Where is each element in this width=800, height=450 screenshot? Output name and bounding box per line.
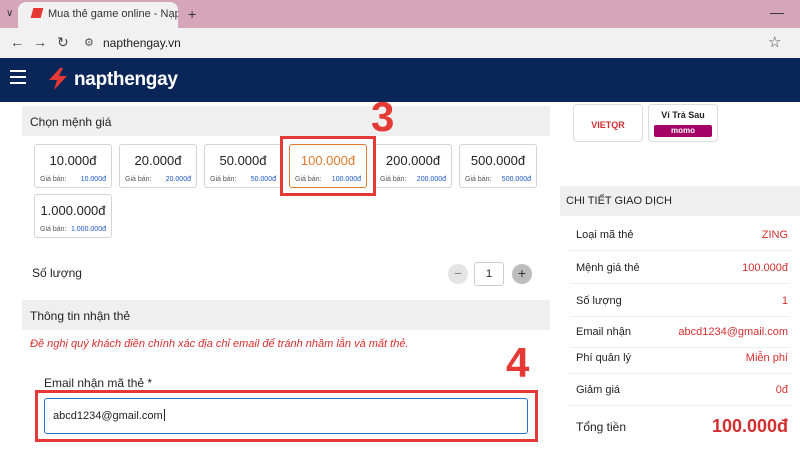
- detail-row-fee: Phí quản lý Miễn phí: [570, 342, 790, 374]
- price-value: 20.000đ: [165, 176, 191, 183]
- detail-key: Giảm giá: [576, 384, 621, 396]
- denom-option-200000[interactable]: 200.000đ Giá bán: 200.000đ: [374, 144, 452, 188]
- detail-value: ZING: [761, 229, 788, 241]
- bookmark-star-icon[interactable]: ☆: [768, 33, 781, 51]
- browser-tab[interactable]: Mua thẻ game online - Nạp tiề: [18, 2, 178, 28]
- denom-option-500000[interactable]: 500.000đ Giá bán: 500.000đ: [459, 144, 537, 188]
- quantity-input[interactable]: 1: [474, 262, 504, 286]
- new-tab-plus-icon[interactable]: +: [188, 6, 196, 22]
- annotation-number-3: 3: [371, 93, 395, 140]
- detail-key: Số lượng: [576, 295, 622, 307]
- detail-row-quantity: Số lượng 1: [570, 285, 790, 317]
- detail-key: Phí quản lý: [576, 352, 632, 364]
- menu-hamburger-icon[interactable]: [10, 70, 26, 84]
- quantity-plus-button[interactable]: +: [512, 264, 532, 284]
- favicon-icon: [30, 8, 44, 18]
- site-settings-icon[interactable]: ⚙: [84, 36, 94, 49]
- price-value: 1.000.000đ: [70, 226, 106, 233]
- minimize-icon[interactable]: —: [770, 4, 784, 20]
- momo-logo: momo: [654, 125, 712, 137]
- detail-key: Loại mã thẻ: [576, 229, 634, 241]
- vietqr-payment-card[interactable]: VIETQR: [573, 104, 643, 142]
- detail-value: Miễn phí: [745, 352, 788, 364]
- denom-value: 50.000đ: [219, 153, 267, 168]
- detail-row-total: Tổng tiền 100.000đ: [570, 408, 790, 442]
- detail-row-card-type: Loại mã thẻ ZING: [570, 219, 790, 251]
- url-text[interactable]: napthengay.vn: [103, 36, 181, 50]
- detail-row-discount: Giảm giá 0đ: [570, 374, 790, 406]
- momo-payment-card[interactable]: Ví Trả Sau momo: [648, 104, 718, 142]
- email-label: Email nhận mã thẻ *: [44, 376, 153, 390]
- quantity-minus-button[interactable]: −: [448, 264, 468, 284]
- detail-key: Mệnh giá thẻ: [576, 262, 640, 274]
- logo-bolt-icon: [49, 68, 67, 90]
- forward-arrow-icon[interactable]: →: [33, 34, 47, 50]
- tab-title: Mua thẻ game online - Nạp tiề: [48, 8, 178, 20]
- annotation-box-step3: [280, 136, 376, 196]
- browser-tab-bar: ∨ Mua thẻ game online - Nạp tiề + —: [0, 0, 800, 28]
- detail-key: Email nhận: [576, 326, 632, 338]
- detail-value: 1: [781, 295, 788, 307]
- price-label: Giá bán:: [40, 176, 67, 183]
- denom-option-1000000[interactable]: 1.000.000đ Giá bán: 1.000.000đ: [34, 194, 112, 238]
- price-label: Giá bán:: [380, 176, 407, 183]
- quantity-label: Số lượng: [32, 266, 82, 280]
- recipient-heading: Thông tin nhận thẻ: [22, 300, 550, 330]
- denom-value: 20.000đ: [134, 153, 182, 168]
- tab-search-chevron-icon[interactable]: ∨: [6, 8, 13, 19]
- price-value: 50.000đ: [250, 176, 276, 183]
- detail-value: 0đ: [775, 384, 788, 396]
- annotation-number-4: 4: [506, 339, 530, 386]
- email-notice: Đề nghị quý khách điền chính xác địa chỉ…: [30, 338, 409, 350]
- detail-value: abcd1234@gmail.com: [678, 326, 788, 338]
- reload-icon[interactable]: ↻: [57, 34, 69, 51]
- detail-value: 100.000đ: [742, 262, 788, 274]
- denom-value: 500.000đ: [470, 153, 526, 168]
- site-logo[interactable]: napthengay: [74, 69, 178, 91]
- price-value: 10.000đ: [80, 176, 106, 183]
- price-value: 200.000đ: [416, 176, 446, 183]
- denom-option-10000[interactable]: 10.000đ Giá bán: 10.000đ: [34, 144, 112, 188]
- vietqr-logo: VIETQR: [591, 120, 625, 130]
- price-label: Giá bán:: [210, 176, 237, 183]
- transaction-details-heading: CHI TIẾT GIAO DỊCH: [560, 186, 800, 216]
- price-label: Giá bán:: [40, 226, 67, 233]
- total-value: 100.000đ: [711, 416, 788, 436]
- denom-value: 1.000.000đ: [40, 203, 106, 218]
- denom-option-50000[interactable]: 50.000đ Giá bán: 50.000đ: [204, 144, 282, 188]
- denom-value: 10.000đ: [49, 153, 97, 168]
- annotation-box-step4: [35, 390, 538, 442]
- price-value: 500.000đ: [501, 176, 531, 183]
- momo-title: Ví Trả Sau: [661, 110, 705, 120]
- price-label: Giá bán:: [125, 176, 152, 183]
- denom-value: 200.000đ: [385, 153, 441, 168]
- site-header: napthengay: [0, 58, 800, 102]
- price-label: Giá bán:: [465, 176, 492, 183]
- denom-option-20000[interactable]: 20.000đ Giá bán: 20.000đ: [119, 144, 197, 188]
- back-arrow-icon[interactable]: ←: [10, 34, 24, 50]
- address-bar: ← → ↻ ⚙ napthengay.vn ☆: [0, 28, 800, 58]
- denomination-heading: Chọn mệnh giá: [22, 106, 550, 136]
- detail-row-face-value: Mệnh giá thẻ 100.000đ: [570, 252, 790, 284]
- main-content: Chọn mệnh giá 10.000đ Giá bán: 10.000đ 2…: [0, 96, 800, 450]
- total-label: Tổng tiền: [576, 420, 627, 434]
